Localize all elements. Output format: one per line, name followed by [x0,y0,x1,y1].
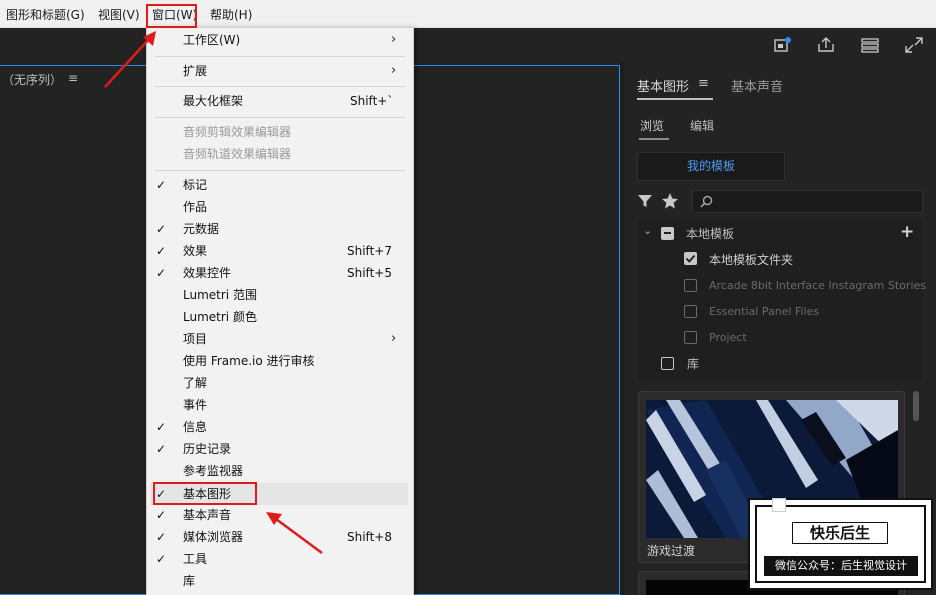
menu-item-workspace[interactable]: 工作区(W) [183,32,240,48]
template-card-caption: 游戏过渡 [647,544,696,558]
watermark-title: 快乐后生 [792,522,888,544]
partial-check-mark [664,232,671,234]
template-tree [637,220,923,380]
app-window: 图形和标题(G) 视图(V) 窗口(W) 帮助(H) （无序列） ≡ 基本图形 … [0,0,936,595]
menu-item-maximize-frame[interactable]: 最大化框架 [183,93,243,109]
menu-separator [155,170,405,171]
menu-item-lumetri-color[interactable]: Lumetri 颜色 [183,309,257,325]
tab-menu-icon[interactable]: ≡ [698,76,709,91]
my-templates-button[interactable]: 我的模板 [637,152,785,181]
menu-item-markers[interactable]: 标记 [183,177,207,193]
menu-item-productions[interactable]: 作品 [183,199,207,215]
check-icon: ✓ [156,442,167,456]
menu-item-learn[interactable]: 了解 [183,375,207,391]
menu-item-project[interactable]: 项目 [183,331,207,347]
subtab-browse[interactable]: 浏览 [640,117,664,134]
check-icon: ✓ [156,222,167,236]
workspace-panels-icon[interactable] [861,37,879,53]
add-template-icon[interactable]: + [900,222,914,242]
share-icon[interactable] [817,37,835,53]
template-search-input[interactable] [692,190,923,213]
tab-essential-sound[interactable]: 基本声音 [731,76,783,95]
shortcut-label: Shift+5 [347,266,392,280]
active-tab-indicator [637,98,713,100]
annotation-box-essential-graphics [153,482,257,505]
shortcut-label: Shift+` [350,94,394,108]
fullscreen-icon[interactable] [905,37,923,53]
submenu-arrow-icon: › [391,63,397,78]
root-partial-checkbox[interactable] [661,227,674,240]
tree-item-checkbox[interactable] [684,279,697,292]
menu-item-extensions[interactable]: 扩展 [183,63,207,79]
watermark-subtitle: 微信公众号：后生视觉设计 [764,556,918,576]
check-icon: ✓ [156,508,167,522]
tree-item-checkbox[interactable] [684,305,697,318]
menu-item-effects[interactable]: 效果 [183,243,207,259]
menu-item-audio-clip-effect-editor: 音频剪辑效果编辑器 [183,125,292,139]
menu-graphics-titles[interactable]: 图形和标题(G) [6,7,85,23]
menu-item-lumetri-scopes[interactable]: Lumetri 范围 [183,287,257,303]
subtab-indicator [639,138,669,140]
scrollbar-thumb[interactable] [913,391,919,421]
menu-item-tools[interactable]: 工具 [183,551,207,567]
tree-item-checkbox[interactable] [684,331,697,344]
menu-item-reference-monitor[interactable]: 参考监视器 [183,463,243,479]
titlebar-strip [0,0,936,6]
menubar: 图形和标题(G) 视图(V) 窗口(W) 帮助(H) [0,0,936,28]
app-header [0,28,936,63]
menu-item-effect-controls[interactable]: 效果控件 [183,265,231,281]
quick-export-icon[interactable] [774,37,792,53]
tree-root-label: 本地模板 [686,227,735,241]
shortcut-label: Shift+7 [347,244,392,258]
menu-separator [155,86,405,87]
check-icon: ✓ [156,244,167,258]
collapse-chevron-icon[interactable]: ⌄ [643,224,652,237]
menu-item-media-browser[interactable]: 媒体浏览器 [183,529,243,545]
check-icon: ✓ [156,178,167,192]
menu-item-essential-sound[interactable]: 基本声音 [183,507,231,523]
menu-separator [155,117,405,118]
check-icon: ✓ [156,530,167,544]
menu-item-history[interactable]: 历史记录 [183,441,231,457]
menu-item-audio-track-effect-editor: 音频轨道效果编辑器 [183,147,292,161]
watermark-corner-square [772,498,786,512]
submenu-arrow-icon: › [391,331,397,346]
tree-item-label: 本地模板文件夹 [709,253,794,267]
library-checkbox[interactable] [661,357,674,370]
library-label: 库 [687,357,700,371]
tree-item-label: Project [709,331,747,344]
panel-menu-icon[interactable]: ≡ [68,71,78,85]
tree-item-label: Essential Panel Files [709,305,820,318]
check-icon: ✓ [156,420,167,434]
menu-item-frameio-review[interactable]: 使用 Frame.io 进行审核 [183,353,315,369]
annotation-box-window-menu [146,4,197,28]
shortcut-label: Shift+8 [347,530,392,544]
menu-help[interactable]: 帮助(H) [210,7,252,23]
menu-view[interactable]: 视图(V) [98,7,140,23]
search-icon [700,195,713,208]
menu-item-events[interactable]: 事件 [183,397,207,413]
menu-item-metadata[interactable]: 元数据 [183,221,219,237]
filter-icon[interactable] [637,193,653,209]
menu-item-libraries[interactable]: 库 [183,573,195,589]
checkmark-icon [685,254,696,263]
favorites-star-icon[interactable] [661,192,679,210]
check-icon: ✓ [156,552,167,566]
submenu-arrow-icon: › [391,32,397,47]
check-icon: ✓ [156,266,167,280]
tab-essential-graphics[interactable]: 基本图形 [637,76,689,95]
sequence-panel-title[interactable]: （无序列） [2,71,62,88]
menu-item-info[interactable]: 信息 [183,419,207,435]
subtab-edit[interactable]: 编辑 [690,117,714,134]
tree-item-label: Arcade 8bit Interface Instagram Stories [709,279,926,292]
tree-item-checkbox-checked[interactable] [684,252,697,265]
menu-separator [155,56,405,57]
